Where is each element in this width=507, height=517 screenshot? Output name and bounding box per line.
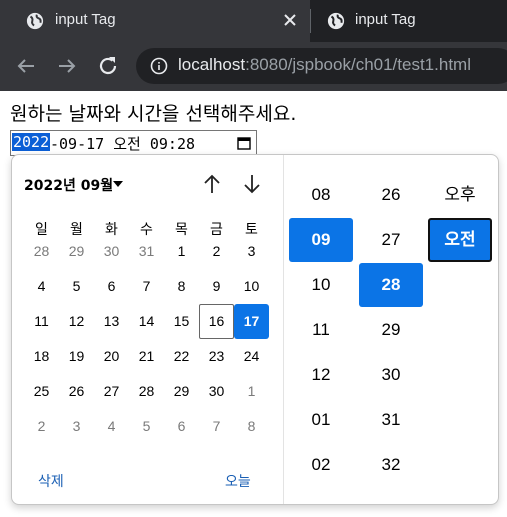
calendar-day[interactable]: 11 bbox=[24, 304, 59, 339]
calendar-day[interactable]: 7 bbox=[129, 269, 164, 304]
calendar-day[interactable]: 16 bbox=[199, 304, 234, 339]
datetime-input[interactable]: 2022 -09-17 오전 09:28 bbox=[10, 130, 257, 156]
calendar-day[interactable]: 1 bbox=[234, 374, 269, 409]
calendar-day[interactable]: 23 bbox=[199, 339, 234, 374]
calendar-day[interactable]: 15 bbox=[164, 304, 199, 339]
calendar-day[interactable]: 27 bbox=[94, 374, 129, 409]
calendar-day[interactable]: 8 bbox=[164, 269, 199, 304]
datetime-picker-popup: 2022년 09월 일월화수목금토 28 29 30 31 1 2 3 4 5 6 7 8 9 10 11 1… bbox=[11, 154, 499, 505]
calendar-day[interactable]: 1 bbox=[164, 234, 199, 269]
calendar-day[interactable]: 6 bbox=[94, 269, 129, 304]
calendar-day[interactable]: 18 bbox=[24, 339, 59, 374]
today-button[interactable]: 오늘 bbox=[225, 471, 251, 491]
month-year-label[interactable]: 2022년 09월 bbox=[24, 175, 113, 195]
close-tab-icon[interactable] bbox=[281, 11, 299, 29]
date-time-segments[interactable]: -09-17 오전 09:28 bbox=[50, 133, 195, 154]
minute-option[interactable]: 28 bbox=[359, 263, 423, 307]
previous-month-arrow-icon[interactable] bbox=[201, 173, 223, 195]
minute-option[interactable]: 32 bbox=[359, 443, 423, 487]
calendar-day[interactable]: 25 bbox=[24, 374, 59, 409]
browser-toolbar: localhost:8080/jspbook/ch01/test1.html bbox=[0, 42, 507, 91]
calendar-day[interactable]: 28 bbox=[24, 234, 59, 269]
hour-option[interactable]: 02 bbox=[289, 443, 353, 487]
calendar-day[interactable]: 12 bbox=[59, 304, 94, 339]
calendar-day[interactable]: 13 bbox=[94, 304, 129, 339]
hour-option[interactable]: 10 bbox=[289, 263, 353, 307]
next-month-arrow-icon[interactable] bbox=[241, 173, 263, 195]
picker-divider bbox=[283, 155, 284, 504]
calendar-day[interactable]: 24 bbox=[234, 339, 269, 374]
tab-title: input Tag bbox=[55, 11, 116, 28]
address-bar[interactable]: localhost:8080/jspbook/ch01/test1.html bbox=[136, 48, 507, 84]
calendar-day[interactable]: 19 bbox=[59, 339, 94, 374]
calendar-day[interactable]: 6 bbox=[164, 409, 199, 444]
url-host: localhost bbox=[178, 55, 246, 74]
period-option[interactable]: 오전 bbox=[428, 218, 492, 262]
url-path: :8080/jspbook/ch01/test1.html bbox=[245, 55, 471, 74]
calendar-day[interactable]: 30 bbox=[94, 234, 129, 269]
calendar-day[interactable]: 2 bbox=[24, 409, 59, 444]
calendar-day[interactable]: 29 bbox=[59, 234, 94, 269]
url-text: localhost:8080/jspbook/ch01/test1.html bbox=[178, 55, 471, 75]
minute-option[interactable]: 29 bbox=[359, 308, 423, 352]
calendar-day[interactable]: 26 bbox=[59, 374, 94, 409]
calendar-day[interactable]: 29 bbox=[164, 374, 199, 409]
instruction-text: 원하는 날짜와 시간을 선택해주세요. bbox=[10, 103, 297, 125]
caret-down-icon[interactable] bbox=[113, 180, 123, 188]
calendar-day[interactable]: 31 bbox=[129, 234, 164, 269]
calendar-day[interactable]: 4 bbox=[24, 269, 59, 304]
period-option[interactable]: 오후 bbox=[428, 173, 492, 217]
minute-option[interactable]: 31 bbox=[359, 398, 423, 442]
hour-option[interactable]: 12 bbox=[289, 353, 353, 397]
globe-icon bbox=[327, 12, 345, 30]
tab-strip: input Tag input Tag bbox=[0, 0, 507, 42]
calendar-day[interactable]: 21 bbox=[129, 339, 164, 374]
calendar-day[interactable]: 3 bbox=[59, 409, 94, 444]
globe-icon bbox=[26, 12, 44, 30]
hour-option[interactable]: 01 bbox=[289, 398, 353, 442]
back-arrow-icon[interactable] bbox=[14, 54, 38, 78]
calendar-day[interactable]: 5 bbox=[59, 269, 94, 304]
tab-inactive[interactable]: input Tag bbox=[310, 0, 507, 42]
calendar-day[interactable]: 8 bbox=[234, 409, 269, 444]
calendar-day[interactable]: 9 bbox=[199, 269, 234, 304]
year-segment[interactable]: 2022 bbox=[12, 133, 51, 151]
forward-arrow-icon[interactable] bbox=[55, 54, 79, 78]
calendar-day[interactable]: 10 bbox=[234, 269, 269, 304]
calendar-day[interactable]: 30 bbox=[199, 374, 234, 409]
calendar-icon[interactable] bbox=[237, 136, 251, 150]
hour-option[interactable]: 08 bbox=[289, 173, 353, 217]
minute-option[interactable]: 27 bbox=[359, 218, 423, 262]
info-icon[interactable] bbox=[150, 57, 168, 75]
minute-option[interactable]: 30 bbox=[359, 353, 423, 397]
calendar-day[interactable]: 5 bbox=[129, 409, 164, 444]
minute-option[interactable]: 26 bbox=[359, 173, 423, 217]
hour-option[interactable]: 09 bbox=[289, 218, 353, 262]
calendar-day[interactable]: 22 bbox=[164, 339, 199, 374]
calendar-day[interactable]: 3 bbox=[234, 234, 269, 269]
calendar-day[interactable]: 17 bbox=[234, 304, 269, 339]
reload-icon[interactable] bbox=[96, 54, 120, 78]
clear-button[interactable]: 삭제 bbox=[38, 471, 64, 491]
hour-option[interactable]: 11 bbox=[289, 308, 353, 352]
calendar-day[interactable]: 7 bbox=[199, 409, 234, 444]
tab-active[interactable]: input Tag bbox=[0, 0, 310, 42]
calendar-day[interactable]: 2 bbox=[199, 234, 234, 269]
calendar-day[interactable]: 14 bbox=[129, 304, 164, 339]
calendar-day[interactable]: 4 bbox=[94, 409, 129, 444]
tab-title: input Tag bbox=[355, 11, 416, 28]
calendar-day[interactable]: 20 bbox=[94, 339, 129, 374]
calendar-day[interactable]: 28 bbox=[129, 374, 164, 409]
